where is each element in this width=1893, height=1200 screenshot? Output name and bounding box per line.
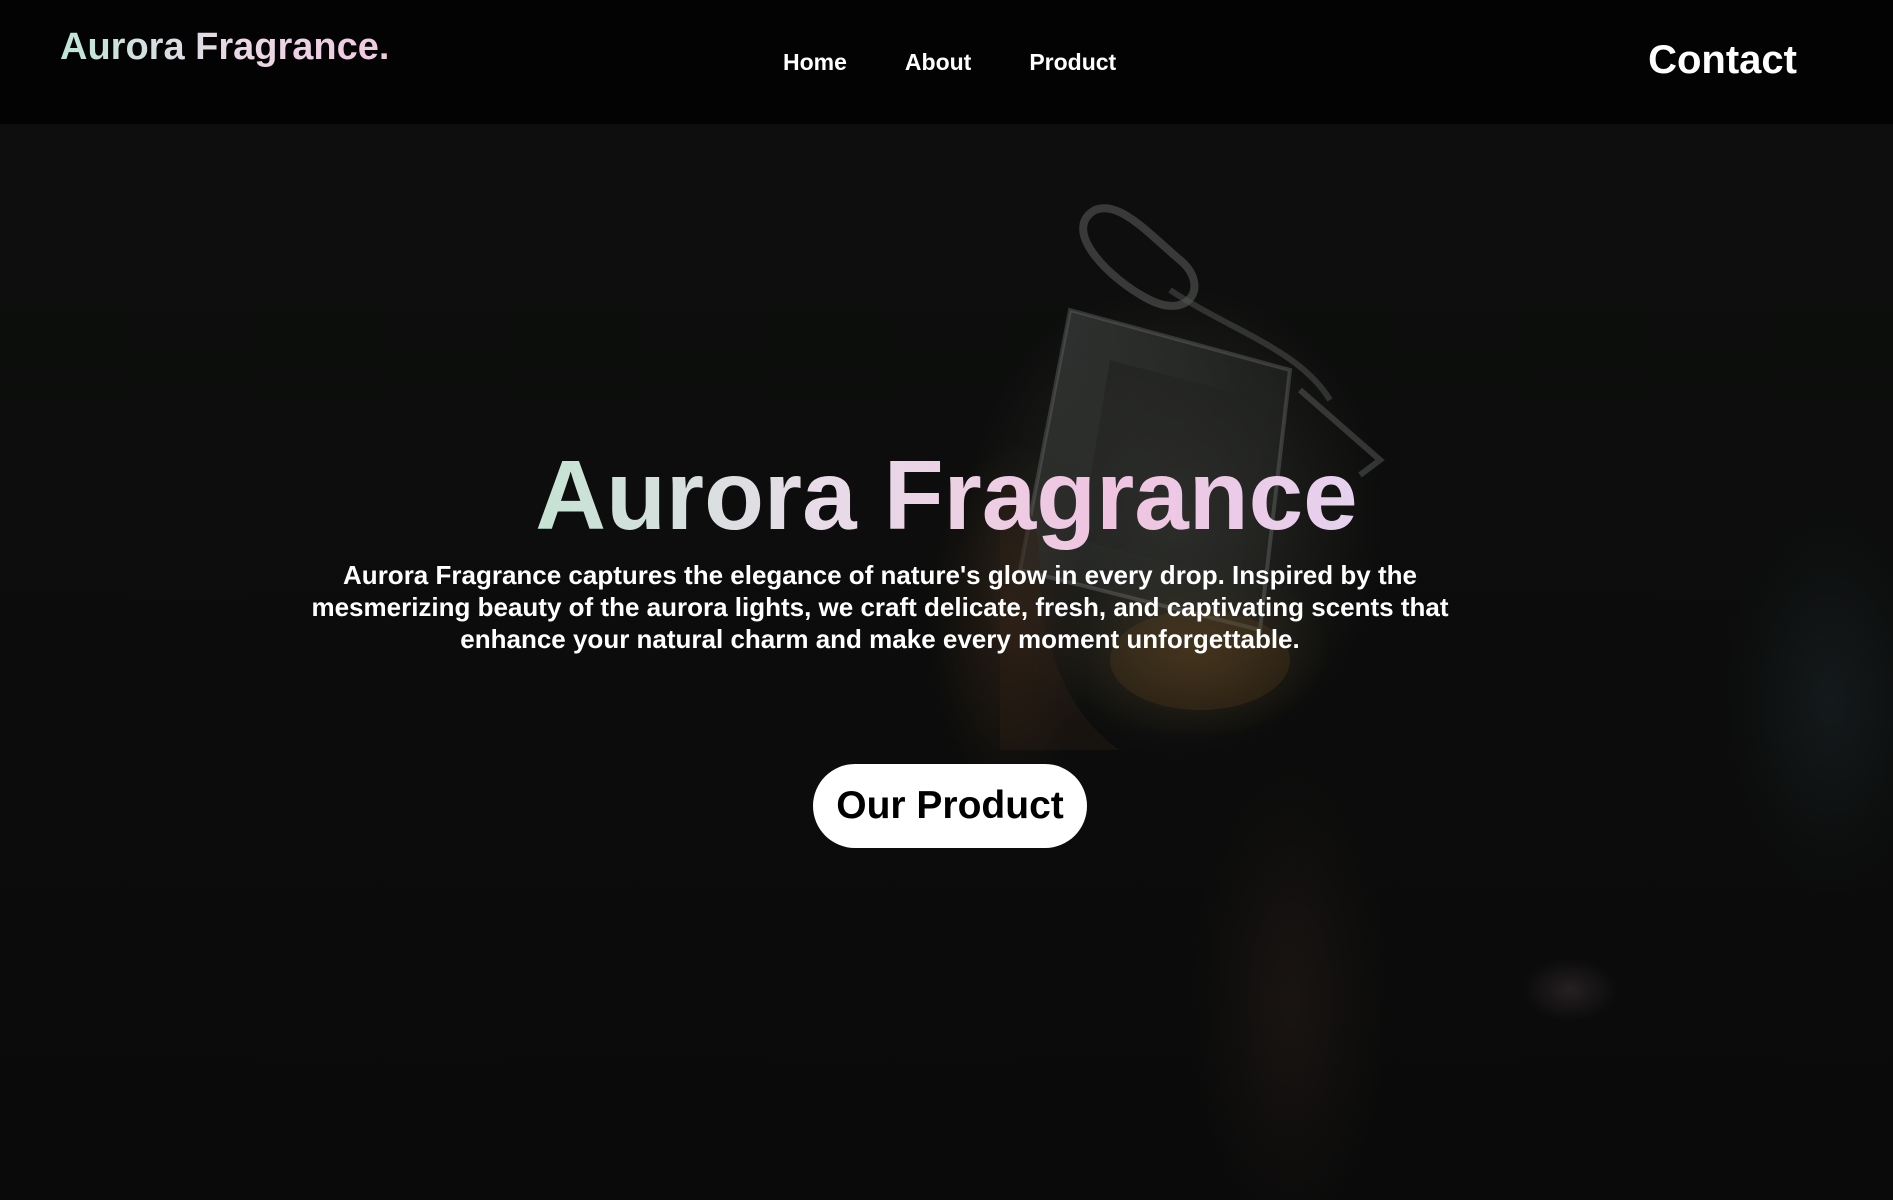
hero-title-text: Aurora Fragrance bbox=[535, 440, 1358, 550]
nav-link-about[interactable]: About bbox=[905, 49, 971, 76]
nav-link-home[interactable]: Home bbox=[783, 49, 847, 76]
main-nav: Home About Product bbox=[783, 49, 1116, 76]
nav-link-product[interactable]: Product bbox=[1029, 49, 1116, 76]
our-product-button[interactable]: Our Product bbox=[813, 764, 1087, 848]
landing-page: Aurora Fragrance. Home About Product Con… bbox=[0, 0, 1893, 1200]
hero-description: Aurora Fragrance captures the elegance o… bbox=[311, 560, 1449, 654]
contact-link[interactable]: Contact bbox=[1648, 38, 1797, 83]
hero-title: Aurora Fragrance bbox=[0, 440, 1893, 550]
brand-logo[interactable]: Aurora Fragrance. bbox=[60, 26, 389, 69]
navbar: Aurora Fragrance. Home About Product Con… bbox=[0, 0, 1893, 124]
